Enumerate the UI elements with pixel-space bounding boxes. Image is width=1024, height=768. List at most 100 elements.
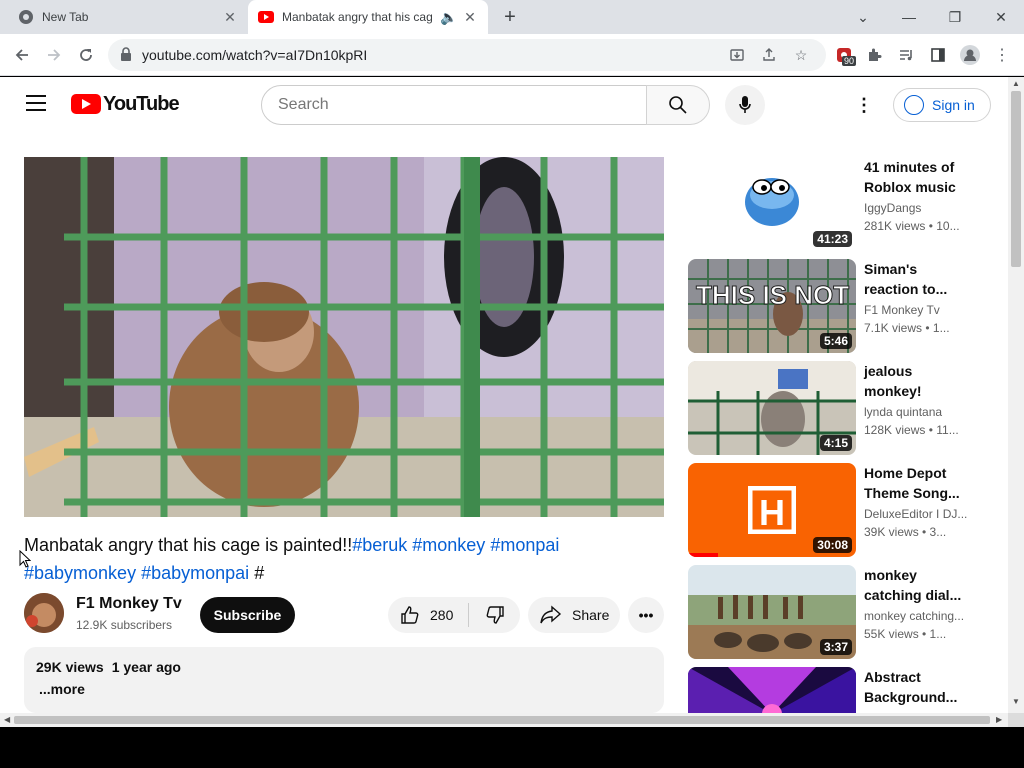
sign-in-label: Sign in [932,97,975,113]
recommendation-item[interactable]: H 30:08 Home Depot Theme Song... DeluxeE… [688,463,988,557]
recommendation-thumbnail[interactable]: 41:23 [688,157,856,251]
channel-name[interactable]: F1 Monkey Tv [76,595,182,613]
hamburger-menu-icon[interactable] [26,95,46,111]
video-title-text: Manbatak angry that his cage is painted!… [24,535,353,555]
recommendation-channel[interactable]: IggyDangs [864,201,974,215]
back-icon[interactable] [10,43,34,67]
extension-icon[interactable]: 90 [832,43,857,67]
install-icon[interactable] [726,44,748,66]
thumbs-up-icon [401,606,419,624]
thumbs-down-icon [486,606,504,624]
scrollbar-corner [1008,713,1024,727]
recommendation-thumbnail[interactable]: 3:37 [688,565,856,659]
voice-search-button[interactable] [725,85,765,125]
video-duration: 4:15 [819,435,852,451]
microphone-icon [739,96,751,113]
side-panel-icon[interactable] [926,43,950,67]
tab-youtube-video[interactable]: Manbatak angry that his cag 🔈 ✕ [248,0,488,34]
share-page-icon[interactable] [758,44,780,66]
media-control-icon[interactable] [894,43,918,67]
close-tab-icon[interactable]: ✕ [222,9,238,26]
recommendation-title[interactable]: Home Depot Theme Song... [864,463,972,503]
recommendation-channel[interactable]: monkey catching... [864,609,974,623]
video-player[interactable] [24,157,664,517]
svg-text:H: H [759,492,785,533]
reload-icon[interactable] [74,43,98,67]
view-count: 29K views [36,659,104,675]
recommendation-thumbnail[interactable]: THIS IS NOT MY SON!! 5:46 [688,259,856,353]
hashtag-link[interactable]: #beruk [352,535,407,555]
dislike-button[interactable] [469,597,520,633]
hashtag-link[interactable]: #monpai [490,535,559,555]
tab-title: New Tab [42,10,89,24]
recommendation-thumbnail[interactable]: 4:15 [688,361,856,455]
recommendation-channel[interactable]: lynda quintana [864,405,974,419]
account-icon [904,95,924,115]
forward-icon[interactable] [42,43,66,67]
recommendation-item[interactable]: THIS IS NOT MY SON!! 5:46 Siman's reacti… [688,259,988,353]
recommendation-thumbnail[interactable] [688,667,856,713]
tab-search-icon[interactable]: ⌄ [840,0,886,34]
scroll-right-arrow-icon[interactable]: ▶ [996,715,1002,724]
scroll-up-arrow-icon[interactable]: ▲ [1012,79,1020,88]
close-tab-icon[interactable]: ✕ [462,9,478,26]
recommendation-item[interactable]: Abstract Background... [688,667,988,713]
like-dislike-group: 280 [388,597,520,633]
bookmark-star-icon[interactable]: ☆ [790,44,812,66]
video-duration: 5:46 [819,333,852,349]
view-meta: 29K views 1 year ago [36,659,652,675]
recommendation-title[interactable]: monkey catching dial... [864,565,972,605]
scroll-left-arrow-icon[interactable]: ◀ [4,715,10,724]
recommendation-item[interactable]: 3:37 monkey catching dial... monkey catc… [688,565,988,659]
video-title: Manbatak angry that his cage is painted!… [24,531,664,587]
scrollbar-thumb[interactable] [14,716,990,724]
more-actions-icon[interactable]: ••• [628,597,664,633]
profile-avatar-icon[interactable] [958,43,982,67]
recommendation-title[interactable]: Siman's reaction to... [864,259,972,299]
video-duration: 30:08 [813,537,852,553]
scroll-down-arrow-icon[interactable]: ▼ [1012,697,1020,706]
recommendation-item[interactable]: 4:15 jealous monkey! lynda quintana 128K… [688,361,988,455]
address-bar[interactable]: youtube.com/watch?v=aI7Dn10kpRI ☆ [108,39,826,71]
new-tab-button[interactable]: + [498,5,522,29]
chrome-menu-icon[interactable]: ⋮ [990,43,1014,67]
recommendation-meta: 128K views • 11... [864,423,959,437]
minimize-button[interactable]: — [886,0,932,34]
speaker-icon[interactable]: 🔈 [440,9,457,26]
sign-in-button[interactable]: Sign in [893,88,991,122]
hashtag-trailing: # [254,563,265,583]
share-button[interactable]: Share [528,597,620,633]
hashtag-link[interactable]: #babymonkey [24,563,136,583]
subscribe-button[interactable]: Subscribe [200,597,295,633]
search-button[interactable] [646,85,710,125]
close-window-button[interactable]: ✕ [978,0,1024,34]
recommendation-title[interactable]: 41 minutes of Roblox music [864,157,972,197]
like-count: 280 [430,607,454,623]
tab-strip: New Tab ✕ Manbatak angry that his cag 🔈 … [0,0,1024,34]
like-button[interactable]: 280 [388,597,468,633]
recommendation-meta: 281K views • 10... [864,219,960,233]
search-input[interactable]: Search [261,85,647,125]
extension-badge: 90 [842,56,857,66]
scrollbar-thumb[interactable] [1011,91,1021,267]
settings-more-icon[interactable]: ⋮ [852,93,876,117]
youtube-logo[interactable]: YouTube [71,93,180,115]
tab-new-tab[interactable]: New Tab ✕ [8,0,248,34]
restore-button[interactable]: ❐ [932,0,978,34]
recommendation-title[interactable]: jealous monkey! [864,361,972,401]
description-box[interactable]: 29K views 1 year ago ...more [24,647,664,713]
video-frame [24,157,664,517]
horizontal-scrollbar[interactable]: ◀ ▶ [0,713,1008,727]
vertical-scrollbar[interactable]: ▲ ▼ [1008,77,1024,713]
recommendation-item[interactable]: 41:23 41 minutes of Roblox music IggyDan… [688,157,988,251]
hashtag-link[interactable]: #monkey [412,535,485,555]
show-more-link[interactable]: ...more [39,681,652,697]
recommendation-thumbnail[interactable]: H 30:08 [688,463,856,557]
recommendation-channel[interactable]: DeluxeEditor I DJ... [864,507,974,521]
hashtag-link[interactable]: #babymonpai [141,563,249,583]
recommendation-channel[interactable]: F1 Monkey Tv [864,303,974,317]
recommendation-title[interactable]: Abstract Background... [864,667,972,707]
share-arrow-icon [540,605,562,624]
channel-avatar[interactable] [24,593,64,633]
extensions-puzzle-icon[interactable] [862,43,886,67]
